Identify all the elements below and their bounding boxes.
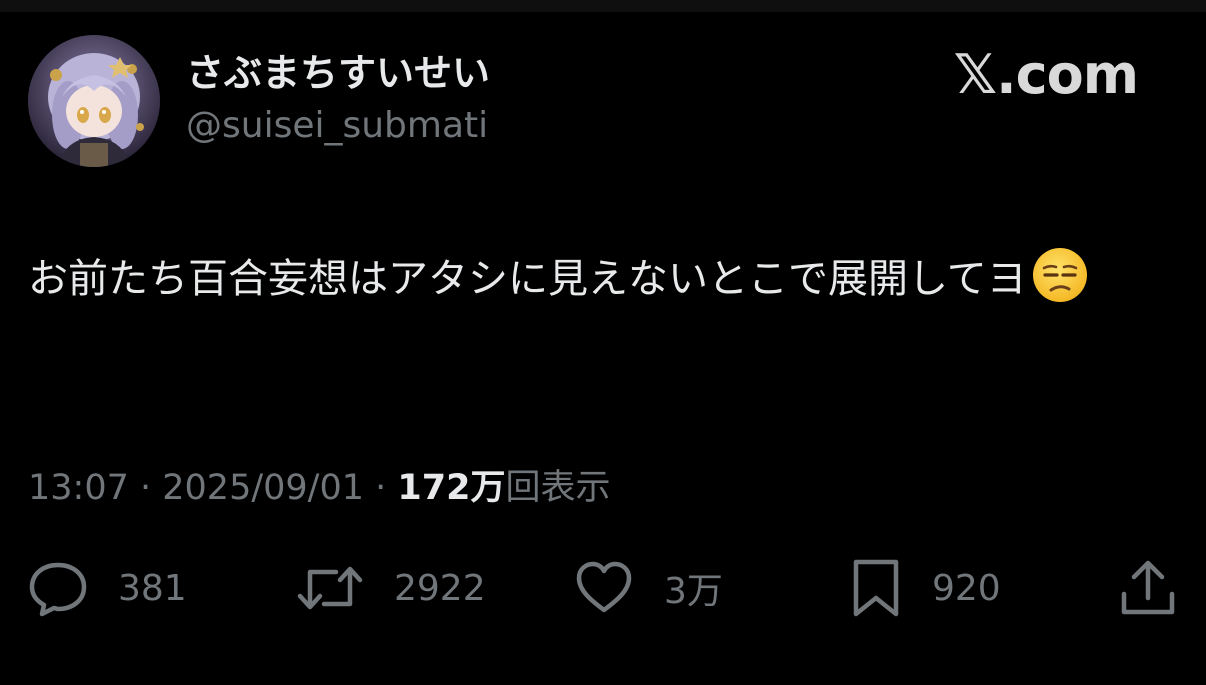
tweet-text: お前たち百合妄想はアタシに見えないとこで展開してヨ <box>28 243 1188 315</box>
bookmark-button[interactable]: 920 <box>850 558 1001 618</box>
x-com-logo: 𝕏.com <box>953 43 1139 106</box>
heart-icon <box>574 558 634 618</box>
tweet-date[interactable]: 2025/09/01 <box>162 468 364 508</box>
avatar-image <box>28 35 160 167</box>
retweet-count: 2922 <box>394 567 486 609</box>
retweet-icon <box>296 558 364 618</box>
meta-separator: · <box>364 468 398 508</box>
tweet-time[interactable]: 13:07 <box>28 468 129 508</box>
reply-button[interactable]: 381 <box>28 558 187 618</box>
tweet-meta: 13:07 · 2025/09/01 · 172万回表示 <box>28 464 610 512</box>
top-edge-strip <box>0 0 1206 12</box>
meta-separator: · <box>128 468 163 508</box>
share-icon <box>1118 558 1178 618</box>
views-count: 172万 <box>397 468 506 508</box>
reply-icon <box>28 558 88 618</box>
unamused-face-emoji <box>1031 246 1089 304</box>
retweet-button[interactable]: 2922 <box>296 558 486 618</box>
display-name[interactable]: さぶまちすいせい <box>186 48 490 98</box>
bookmark-count: 920 <box>932 567 1001 609</box>
avatar[interactable] <box>28 35 160 167</box>
like-button[interactable]: 3万 <box>574 558 723 618</box>
tweet-body: お前たち百合妄想はアタシに見えないとこで展開してヨ <box>28 256 1027 302</box>
reply-count: 381 <box>118 567 187 609</box>
views-label: 回表示 <box>505 468 611 508</box>
share-button[interactable] <box>1118 558 1178 618</box>
like-count: 3万 <box>664 571 723 612</box>
handle[interactable]: @suisei_submati <box>186 102 488 150</box>
bookmark-icon <box>850 558 902 618</box>
